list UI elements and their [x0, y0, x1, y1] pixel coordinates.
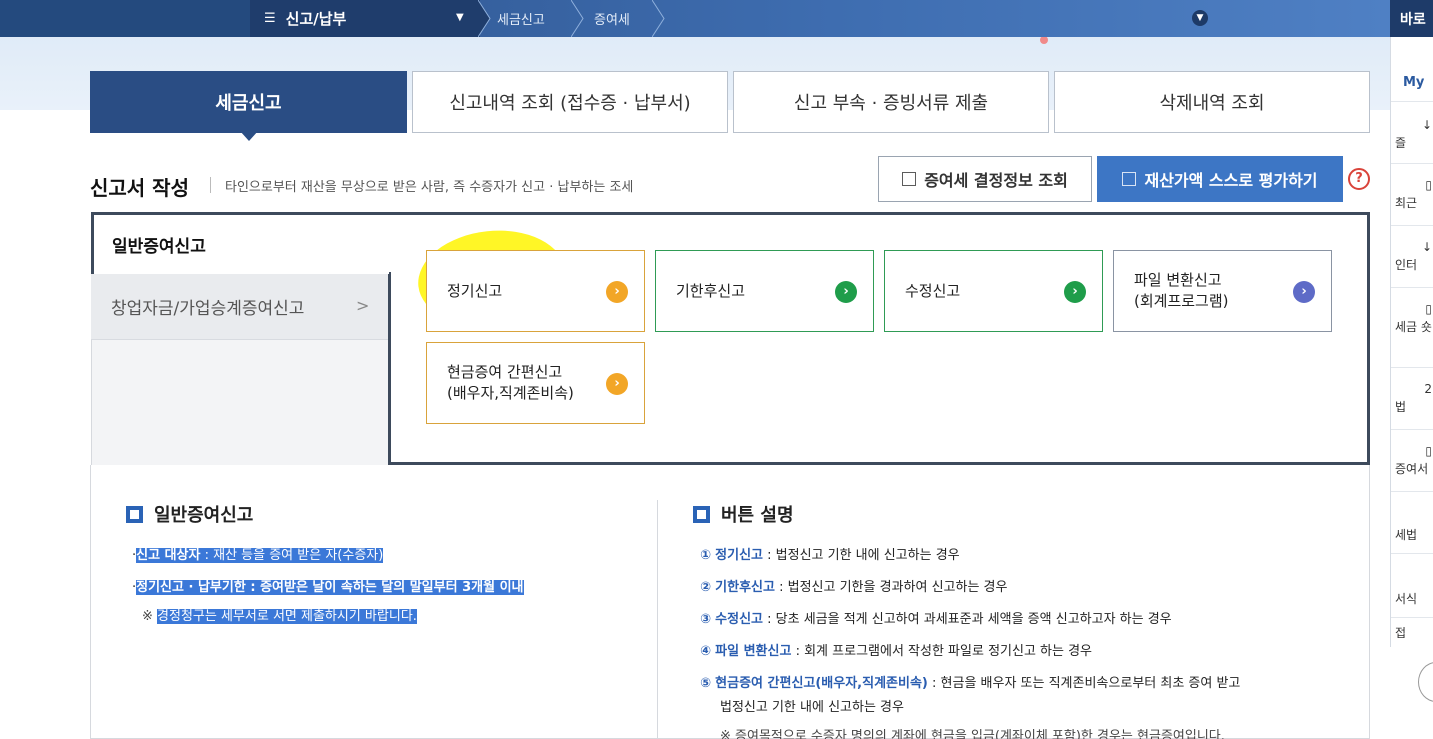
card-label: 기한후신고: [676, 281, 746, 300]
quick-icon: ▯: [1425, 444, 1432, 458]
side-tab-general-gift[interactable]: 일반증여신고: [91, 212, 389, 274]
tab-attachment-submit[interactable]: 신고 부속 · 증빙서류 제출: [733, 71, 1049, 133]
page: ☰ 신고/납부 ▼ 세금신고 증여세 ▼ 바로 My ↓ 즐 ▯ 최근 ↓ 인터 ▯ 세…: [0, 0, 1433, 739]
amended-filing-card[interactable]: 수정신고 ›: [884, 250, 1103, 332]
card-sublabel: (배우자,직계존비속): [447, 384, 574, 402]
arrow-right-icon: ›: [1064, 281, 1086, 303]
main-tabs: 세금신고 신고내역 조회 (접수증 · 납부서) 신고 부속 · 증빙서류 제출…: [90, 71, 1370, 141]
assess-button-label: 재산가액 스스로 평가하기: [1144, 171, 1318, 190]
nav-menu-label: 신고/납부: [285, 10, 347, 28]
quick-item[interactable]: ▯ 최근: [1391, 163, 1433, 225]
quick-icon: 2: [1424, 382, 1432, 396]
side-tab-label: 창업자금/가업승계증여신고: [111, 299, 305, 319]
quick-my-label[interactable]: My: [1403, 75, 1424, 90]
quick-item[interactable]: 접: [1391, 617, 1433, 647]
desc-item-continued: 법정신고 기한 내에 신고하는 경우: [720, 700, 904, 715]
tab-tax-filing[interactable]: 세금신고: [90, 71, 407, 133]
active-tab-indicator: [240, 131, 258, 141]
info-title-text: 버튼 설명: [721, 505, 794, 526]
info-note-line: ※ 경정청구는 세무서로 서면 제출하시기 바랍니다.: [142, 605, 417, 624]
info-filer-line: ·신고 대상자 : 재산 등을 증여 받은 자(수증자): [132, 548, 384, 563]
nav-quick-shortcut[interactable]: 바로: [1390, 0, 1433, 37]
info-deadline-line: ·정기신고 · 납부기한 : 증여받은 날이 속하는 달의 말일부터 3개월 이…: [132, 580, 524, 595]
lookup-button-label: 증여세 결정정보 조회: [924, 171, 1068, 190]
desc-item: ① 정기신고 : 법정신고 기한 내에 신고하는 경우: [700, 548, 960, 563]
desc-item: ③ 수정신고 : 당초 세금을 적게 신고하여 과세표준과 세액을 증액 신고하…: [700, 612, 1172, 627]
arrow-right-icon: ›: [1293, 281, 1315, 303]
breadcrumb-separator-icon: [652, 0, 665, 37]
note-mark: ※: [142, 609, 153, 624]
info-value: : 재산 등을 증여 받은 자(수증자): [200, 548, 384, 563]
general-gift-info-title: 일반증여신고: [126, 501, 253, 527]
breadcrumb-item-gift-tax[interactable]: 증여세: [594, 0, 630, 37]
chevron-down-icon[interactable]: ▼: [1192, 10, 1208, 26]
hero-decoration: [1040, 36, 1048, 44]
card-label: 수정신고: [905, 281, 961, 300]
quick-item[interactable]: ▯ 세금 숏: [1391, 287, 1433, 367]
arrow-right-icon: ›: [606, 281, 628, 303]
square-bullet-icon: [126, 505, 143, 523]
cash-gift-simple-filing-card[interactable]: 현금증여 간편신고 (배우자,직계존비속) ›: [426, 342, 645, 424]
card-label: 정기신고: [447, 281, 503, 300]
checkbox-icon: [1122, 172, 1137, 186]
tab-filing-history[interactable]: 신고내역 조회 (접수증 · 납부서): [412, 71, 728, 133]
quick-icon: ▯: [1425, 302, 1432, 316]
desc-note: ※ 증여목적으로 수증자 명의의 계좌에 현금을 입금(계좌이체 포함)한 경우…: [720, 729, 1225, 739]
quick-icon: ↓: [1421, 118, 1432, 132]
quick-item[interactable]: ↓ 즐: [1391, 101, 1433, 163]
section-description: 타인으로부터 재산을 무상으로 받은 사람, 즉 수증자가 신고 · 납부하는 …: [225, 180, 634, 195]
breadcrumb-separator-icon: [478, 0, 491, 37]
side-tab-startup-fund[interactable]: 창업자금/가업승계증여신고 >: [91, 274, 389, 340]
late-filing-card[interactable]: 기한후신고 ›: [655, 250, 874, 332]
arrow-right-icon: ›: [835, 281, 857, 303]
nav-menu-button[interactable]: ☰ 신고/납부 ▼: [250, 0, 480, 37]
help-icon[interactable]: ?: [1348, 168, 1370, 190]
breadcrumb-separator-icon: [571, 0, 584, 37]
tab-deleted-history[interactable]: 삭제내역 조회: [1054, 71, 1370, 133]
quick-item[interactable]: ▯ 증여서: [1391, 429, 1433, 491]
info-key: 정기신고 · 납부기한: [136, 580, 246, 595]
quick-icon: ▯: [1425, 178, 1432, 192]
info-divider: [657, 500, 658, 739]
info-title-text: 일반증여신고: [154, 505, 254, 526]
card-label: 현금증여 간편신고: [447, 363, 563, 381]
file-conversion-filing-card[interactable]: 파일 변환신고 (회계프로그램) ›: [1113, 250, 1332, 332]
quick-item[interactable]: 세법: [1391, 491, 1433, 553]
self-assess-property-button[interactable]: 재산가액 스스로 평가하기: [1097, 156, 1343, 202]
quick-item[interactable]: 서식: [1391, 553, 1433, 617]
info-value: : 증여받은 날이 속하는 달의 말일부터 3개월 이내: [245, 580, 524, 595]
regular-filing-card[interactable]: 정기신고 ›: [426, 250, 645, 332]
hamburger-icon: ☰: [264, 11, 276, 26]
quick-item[interactable]: 2법: [1391, 367, 1433, 429]
top-navigation: ☰ 신고/납부 ▼ 세금신고 증여세 ▼ 바로: [0, 0, 1433, 37]
scroll-top-button[interactable]: [1418, 662, 1433, 702]
title-divider: [210, 177, 211, 193]
card-label: 파일 변환신고: [1134, 271, 1222, 289]
caret-down-icon: ▼: [456, 12, 464, 23]
desc-item: ② 기한후신고 : 법정신고 기한을 경과하여 신고하는 경우: [700, 580, 1008, 595]
square-bullet-icon: [693, 505, 710, 523]
panel-border: [388, 272, 391, 465]
info-key: 신고 대상자: [136, 548, 201, 563]
gift-tax-decision-lookup-button[interactable]: 증여세 결정정보 조회: [878, 156, 1092, 202]
breadcrumb-item-tax-filing[interactable]: 세금신고: [497, 0, 545, 37]
quick-icon: ↓: [1421, 240, 1432, 254]
nav-left-area: [0, 0, 250, 37]
section-title: 신고서 작성: [90, 176, 189, 200]
button-description-title: 버튼 설명: [693, 501, 794, 527]
chevron-right-icon: >: [356, 296, 370, 315]
card-sublabel: (회계프로그램): [1134, 292, 1229, 310]
checkbox-icon: [902, 172, 917, 186]
quick-menu-sidebar: My ↓ 즐 ▯ 최근 ↓ 인터 ▯ 세금 숏 2법 ▯ 증여서 세법 서식 접: [1390, 37, 1433, 647]
desc-item: ④ 파일 변환신고 : 회계 프로그램에서 작성한 파일로 정기신고 하는 경우: [700, 644, 1093, 659]
desc-item: ⑤ 현금증여 간편신고(배우자,직계존비속) : 현금을 배우자 또는 직계존비…: [700, 676, 1241, 691]
arrow-right-icon: ›: [606, 373, 628, 395]
note-text: 경정청구는 세무서로 서면 제출하시기 바랍니다.: [157, 609, 417, 624]
quick-item[interactable]: ↓ 인터: [1391, 225, 1433, 287]
